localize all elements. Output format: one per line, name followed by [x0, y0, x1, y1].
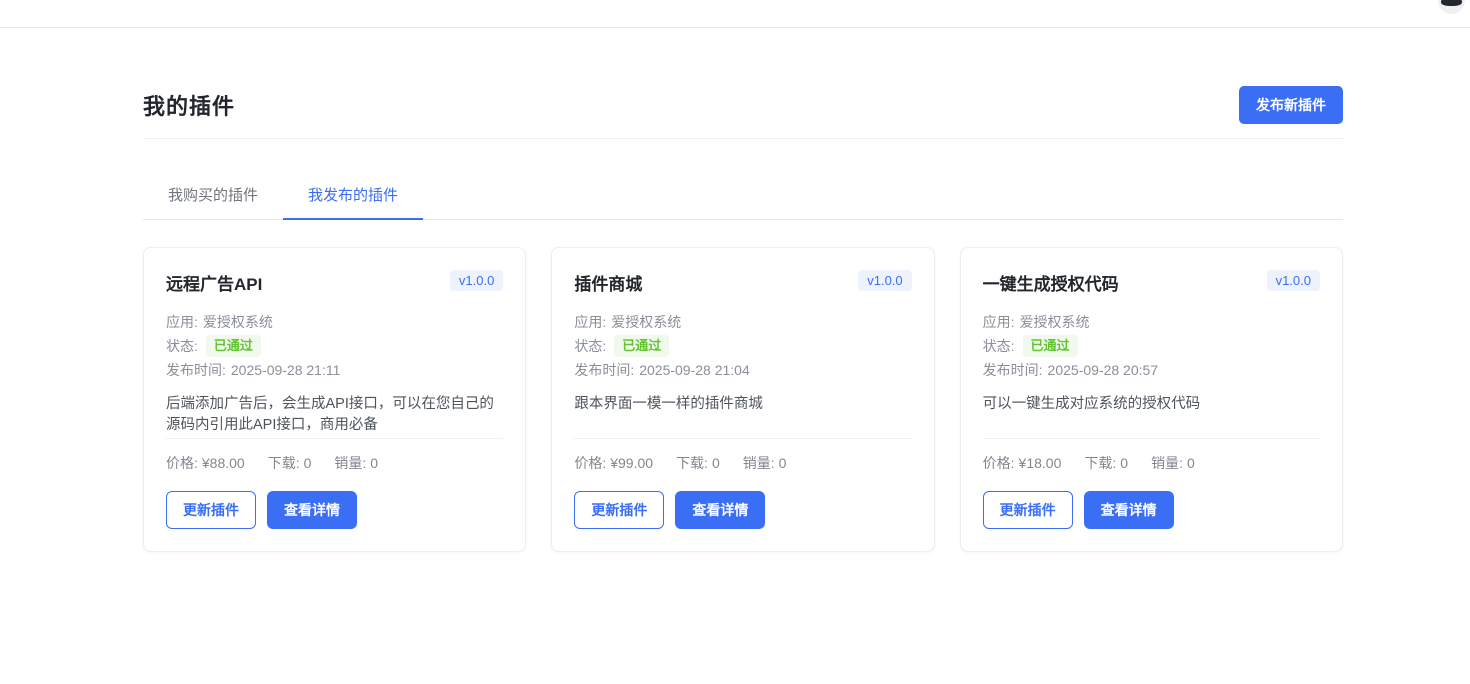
plugin-card: 远程广告API v1.0.0 应用: 爱授权系统 状态: 已通过 发布时间: 2…	[143, 247, 526, 552]
downloads-label: 下载:	[268, 455, 300, 471]
sales-label: 销量:	[743, 455, 775, 471]
app-row: 应用: 爱授权系统	[166, 310, 503, 334]
sales-stat: 销量:0	[334, 453, 378, 473]
price-label: 价格:	[574, 455, 606, 471]
app-value: 爱授权系统	[203, 310, 273, 334]
sales-label: 销量:	[334, 455, 366, 471]
version-badge: v1.0.0	[1267, 270, 1320, 291]
downloads-label: 下载:	[676, 455, 708, 471]
tab-purchased-plugins[interactable]: 我购买的插件	[143, 174, 283, 220]
page-header: 我的插件 发布新插件	[143, 86, 1343, 139]
sales-stat: 销量:0	[1151, 453, 1195, 473]
price-label: 价格:	[166, 455, 198, 471]
app-row: 应用: 爱授权系统	[983, 310, 1320, 334]
view-details-button[interactable]: 查看详情	[675, 491, 765, 529]
app-row: 应用: 爱授权系统	[574, 310, 911, 334]
stats-row: 价格:¥18.00 下载:0 销量:0	[983, 453, 1320, 473]
app-label: 应用:	[166, 310, 198, 334]
sales-value: 0	[370, 455, 378, 471]
status-label: 状态:	[166, 334, 198, 358]
app-value: 爱授权系统	[1020, 310, 1090, 334]
card-divider	[166, 438, 503, 439]
plugin-title: 插件商城	[574, 270, 642, 295]
plugin-description: 可以一键生成对应系统的授权代码	[983, 394, 1320, 438]
sales-value: 0	[779, 455, 787, 471]
stats-row: 价格:¥99.00 下载:0 销量:0	[574, 453, 911, 473]
page-title: 我的插件	[143, 89, 235, 121]
card-actions: 更新插件 查看详情	[574, 491, 911, 529]
publish-time-value: 2025-09-28 21:04	[639, 358, 750, 382]
status-row: 状态: 已通过	[983, 334, 1320, 358]
publish-time-label: 发布时间:	[166, 358, 226, 382]
sales-label: 销量:	[1151, 455, 1183, 471]
update-plugin-button[interactable]: 更新插件	[983, 491, 1073, 529]
view-details-button[interactable]: 查看详情	[267, 491, 357, 529]
app-label: 应用:	[574, 310, 606, 334]
status-label: 状态:	[983, 334, 1015, 358]
status-row: 状态: 已通过	[574, 334, 911, 358]
update-plugin-button[interactable]: 更新插件	[574, 491, 664, 529]
plugin-card-list: 远程广告API v1.0.0 应用: 爱授权系统 状态: 已通过 发布时间: 2…	[143, 247, 1343, 552]
price-value: ¥99.00	[610, 455, 653, 471]
status-badge: 已通过	[1023, 335, 1078, 357]
version-badge: v1.0.0	[858, 270, 911, 291]
price-stat: 价格:¥18.00	[983, 453, 1062, 473]
card-divider	[574, 438, 911, 439]
plugin-tabs: 我购买的插件 我发布的插件	[143, 174, 1343, 220]
downloads-stat: 下载:0	[268, 453, 312, 473]
card-divider	[983, 438, 1320, 439]
view-details-button[interactable]: 查看详情	[1084, 491, 1174, 529]
card-header: 插件商城 v1.0.0	[574, 270, 911, 295]
downloads-value: 0	[712, 455, 720, 471]
update-plugin-button[interactable]: 更新插件	[166, 491, 256, 529]
plugin-card: 插件商城 v1.0.0 应用: 爱授权系统 状态: 已通过 发布时间: 2025…	[551, 247, 934, 552]
status-badge: 已通过	[614, 335, 669, 357]
card-header: 远程广告API v1.0.0	[166, 270, 503, 295]
sales-value: 0	[1187, 455, 1195, 471]
app-value: 爱授权系统	[611, 310, 681, 334]
plugin-title: 一键生成授权代码	[983, 270, 1119, 295]
price-stat: 价格:¥99.00	[574, 453, 653, 473]
publish-time-row: 发布时间: 2025-09-28 20:57	[983, 358, 1320, 382]
stats-row: 价格:¥88.00 下载:0 销量:0	[166, 453, 503, 473]
status-badge: 已通过	[206, 335, 261, 357]
sales-stat: 销量:0	[743, 453, 787, 473]
price-value: ¥88.00	[202, 455, 245, 471]
card-header: 一键生成授权代码 v1.0.0	[983, 270, 1320, 295]
card-actions: 更新插件 查看详情	[983, 491, 1320, 529]
user-avatar[interactable]	[1438, 0, 1465, 14]
user-avatar-icon	[1441, 0, 1462, 6]
downloads-value: 0	[1120, 455, 1128, 471]
price-value: ¥18.00	[1019, 455, 1062, 471]
main-content: 我的插件 发布新插件 我购买的插件 我发布的插件 远程广告API v1.0.0 …	[143, 28, 1343, 552]
publish-time-label: 发布时间:	[574, 358, 634, 382]
publish-new-plugin-button[interactable]: 发布新插件	[1239, 86, 1343, 124]
downloads-label: 下载:	[1084, 455, 1116, 471]
publish-time-value: 2025-09-28 21:11	[231, 358, 341, 382]
downloads-stat: 下载:0	[676, 453, 720, 473]
publish-time-row: 发布时间: 2025-09-28 21:11	[166, 358, 503, 382]
card-actions: 更新插件 查看详情	[166, 491, 503, 529]
downloads-value: 0	[304, 455, 312, 471]
publish-time-row: 发布时间: 2025-09-28 21:04	[574, 358, 911, 382]
downloads-stat: 下载:0	[1084, 453, 1128, 473]
status-label: 状态:	[574, 334, 606, 358]
status-row: 状态: 已通过	[166, 334, 503, 358]
publish-time-label: 发布时间:	[983, 358, 1043, 382]
plugin-title: 远程广告API	[166, 270, 262, 295]
plugin-card: 一键生成授权代码 v1.0.0 应用: 爱授权系统 状态: 已通过 发布时间: …	[960, 247, 1343, 552]
app-label: 应用:	[983, 310, 1015, 334]
price-stat: 价格:¥88.00	[166, 453, 245, 473]
top-navbar	[0, 0, 1470, 28]
version-badge: v1.0.0	[450, 270, 503, 291]
publish-time-value: 2025-09-28 20:57	[1048, 358, 1159, 382]
price-label: 价格:	[983, 455, 1015, 471]
plugin-description: 后端添加广告后，会生成API接口，可以在您自己的源码内引用此API接口，商用必备	[166, 394, 503, 438]
plugin-description: 跟本界面一模一样的插件商城	[574, 394, 911, 438]
tab-published-plugins[interactable]: 我发布的插件	[283, 174, 423, 220]
